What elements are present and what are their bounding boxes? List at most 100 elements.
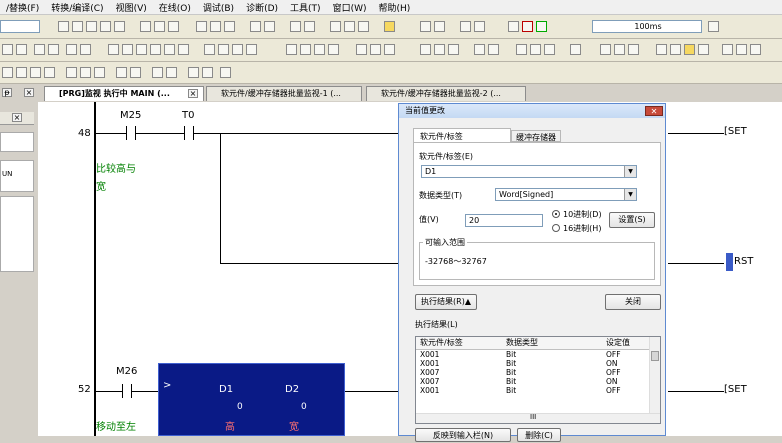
rising-closed-icon[interactable]	[356, 44, 367, 55]
column-header-device[interactable]: 软元件/标签	[420, 337, 463, 349]
modify-value-icon[interactable]	[344, 21, 355, 32]
menu-item-find-replace[interactable]: /替换(F)	[0, 1, 45, 14]
ladder-tool-2-icon[interactable]	[16, 44, 27, 55]
extra-tool-2-icon[interactable]	[16, 67, 27, 78]
vertical-scrollbar[interactable]	[649, 337, 660, 413]
menu-item-help[interactable]: 帮助(H)	[372, 1, 416, 14]
horizontal-scrollbar[interactable]: III	[416, 413, 660, 423]
ladder-tool-5-icon[interactable]	[66, 44, 77, 55]
grid-icon[interactable]	[420, 21, 431, 32]
menu-item-view[interactable]: 视图(V)	[110, 1, 153, 14]
column-header-value[interactable]: 设定值	[606, 337, 630, 349]
monitor-icon[interactable]	[140, 21, 151, 32]
monitor-write-icon[interactable]	[154, 21, 165, 32]
extra-tool-1-icon[interactable]	[2, 67, 13, 78]
menu-item-debug[interactable]: 调试(B)	[197, 1, 240, 14]
value-input[interactable]: 20	[465, 214, 543, 227]
mode-read-icon[interactable]	[670, 44, 681, 55]
ladder-tool-3-icon[interactable]	[34, 44, 45, 55]
extra-tool-4-icon[interactable]	[44, 67, 55, 78]
scroll-thumb[interactable]	[651, 351, 659, 361]
column-header-type[interactable]: 数据类型	[506, 337, 538, 349]
coil-icon[interactable]	[164, 44, 175, 55]
interval-apply-icon[interactable]	[708, 21, 719, 32]
extra-tool-14-icon[interactable]	[220, 67, 231, 78]
label-list-icon[interactable]	[614, 44, 625, 55]
read-plc-icon[interactable]	[196, 21, 207, 32]
cross-reference-icon[interactable]	[570, 44, 581, 55]
extra-tool-8-icon[interactable]	[116, 67, 127, 78]
mode-monitor-write-icon[interactable]	[698, 44, 709, 55]
copy-icon[interactable]	[72, 21, 83, 32]
monitor-mode-icon[interactable]	[358, 21, 369, 32]
device-input[interactable]: D1 ▼	[421, 165, 637, 178]
left-panel-list[interactable]	[0, 132, 34, 152]
device-batch-icon[interactable]	[250, 21, 261, 32]
tab-buffer-memory[interactable]: 缓冲存储器	[511, 130, 561, 142]
toolbar-combo[interactable]	[0, 20, 40, 33]
close-icon[interactable]: ×	[188, 89, 198, 98]
table-row[interactable]: X007 Bit OFF	[416, 368, 649, 377]
watch-icon[interactable]	[264, 21, 275, 32]
convert-all-icon[interactable]	[304, 21, 315, 32]
radio-decimal[interactable]	[552, 210, 560, 218]
undo-icon[interactable]	[100, 21, 111, 32]
table-row[interactable]: X001 Bit ON	[416, 359, 649, 368]
mode-write-icon[interactable]	[656, 44, 667, 55]
tab-batch-monitor-1[interactable]: 软元件/缓冲存储器批量监视-1 (...	[206, 86, 362, 101]
mode-monitor-icon[interactable]	[684, 44, 695, 55]
parallel-closed-icon[interactable]	[150, 44, 161, 55]
extra-tool-7-icon[interactable]	[94, 67, 105, 78]
verify-plc-icon[interactable]	[224, 21, 235, 32]
falling-pulse-icon[interactable]	[300, 44, 311, 55]
menu-item-diagnostics[interactable]: 诊断(D)	[240, 1, 284, 14]
sim-start-icon[interactable]	[508, 21, 519, 32]
data-type-select[interactable]: Word[Signed] ▼	[495, 188, 637, 201]
redo-icon[interactable]	[114, 21, 125, 32]
tab-main-program[interactable]: [PRG]监视 执行中 MAIN (...	[44, 86, 204, 101]
device-list-icon[interactable]	[600, 44, 611, 55]
pin-icon[interactable]: ᵽ	[2, 88, 12, 97]
parallel-rising-closed-icon[interactable]	[384, 44, 395, 55]
extra-tool-13-icon[interactable]	[202, 67, 213, 78]
device-comment-icon[interactable]	[530, 44, 541, 55]
note-edit-icon[interactable]	[516, 44, 527, 55]
contact-m25[interactable]	[126, 126, 136, 140]
contact-t0[interactable]	[184, 126, 194, 140]
table-row[interactable]: X007 Bit ON	[416, 377, 649, 386]
set-button[interactable]: 设置(S)	[609, 212, 655, 228]
application-instruction-icon[interactable]	[178, 44, 189, 55]
extra-tool-9-icon[interactable]	[130, 67, 141, 78]
device-memory-icon[interactable]	[330, 21, 341, 32]
horizontal-line-icon[interactable]	[204, 44, 215, 55]
zoom-in-icon[interactable]	[460, 21, 471, 32]
chevron-down-icon[interactable]: ▼	[624, 166, 636, 177]
ladder-tool-1-icon[interactable]	[2, 44, 13, 55]
set-coil[interactable]: [SET	[724, 126, 747, 137]
ladder-tool-4-icon[interactable]	[48, 44, 59, 55]
close-icon[interactable]: ×	[12, 113, 22, 122]
extra-tool-6-icon[interactable]	[80, 67, 91, 78]
find-device-icon[interactable]	[544, 44, 555, 55]
comment-edit-icon[interactable]	[474, 44, 485, 55]
operation-result-rising-icon[interactable]	[420, 44, 431, 55]
execution-result-toggle[interactable]: 执行结果(R)▲	[415, 294, 477, 310]
falling-closed-icon[interactable]	[370, 44, 381, 55]
statement-edit-icon[interactable]	[488, 44, 499, 55]
extra-tool-5-icon[interactable]	[66, 67, 77, 78]
sim-warning-icon[interactable]	[536, 21, 547, 32]
zoom-search-icon[interactable]	[750, 44, 761, 55]
compare-instruction-block[interactable]: > D1 D2 0 0 高 宽	[158, 363, 345, 436]
vertical-line-icon[interactable]	[218, 44, 229, 55]
extra-tool-12-icon[interactable]	[188, 67, 199, 78]
jump-icon[interactable]	[628, 44, 639, 55]
monitor-stop-icon[interactable]	[168, 21, 179, 32]
zoom-out-icon[interactable]	[474, 21, 485, 32]
menu-item-window[interactable]: 窗口(W)	[327, 1, 373, 14]
reflect-to-input-button[interactable]: 反映到输入栏(N)	[415, 428, 511, 442]
delete-vline-icon[interactable]	[246, 44, 257, 55]
interval-input[interactable]: 100ms	[592, 20, 702, 33]
align-icon[interactable]	[434, 21, 445, 32]
menu-item-convert[interactable]: 转换/编译(C)	[45, 1, 109, 14]
set-coil[interactable]: [SET	[724, 384, 747, 395]
